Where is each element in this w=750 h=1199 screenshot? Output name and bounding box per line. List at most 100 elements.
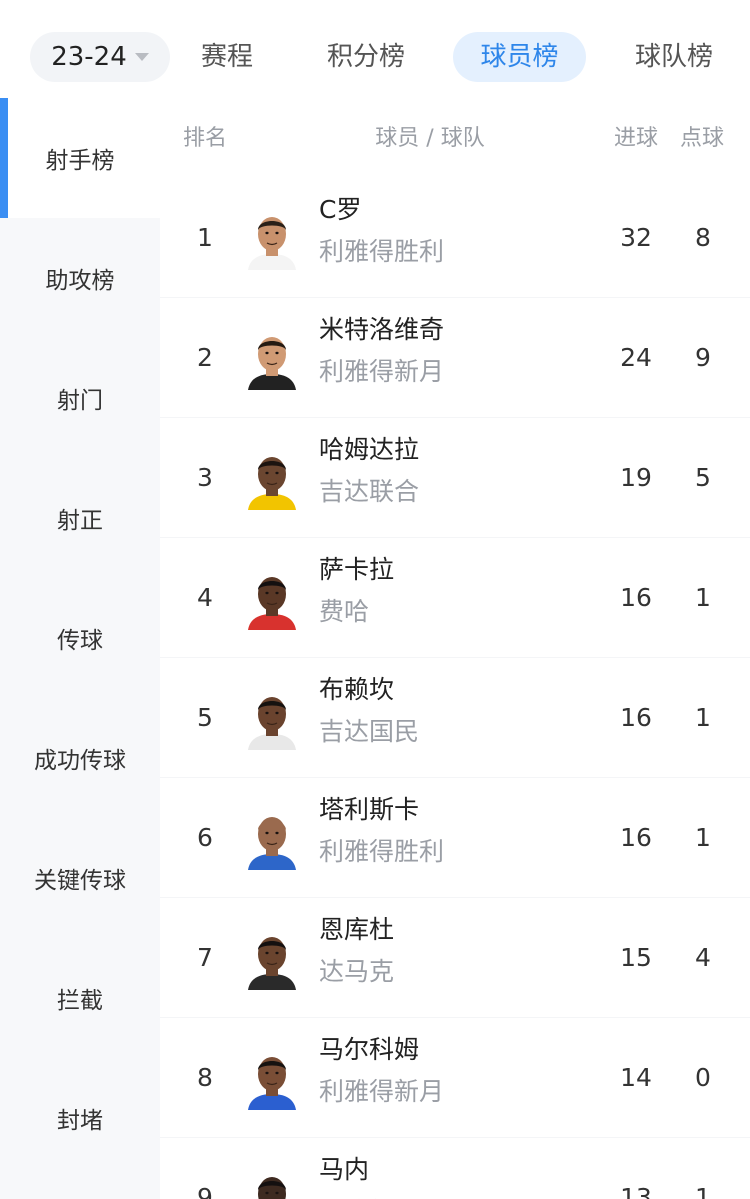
penalties-cell: 1 — [695, 703, 711, 732]
sidebar-item-label: 封堵 — [57, 1108, 103, 1134]
sidebar-item-key-passes[interactable]: 关键传球 — [0, 818, 160, 938]
penalties-cell: 5 — [695, 463, 711, 492]
penalties-cell: 1 — [695, 583, 711, 612]
team-name[interactable]: 吉达国民 — [319, 712, 419, 748]
header-rank: 排名 — [182, 126, 227, 151]
player-name[interactable]: 萨卡拉 — [319, 550, 394, 586]
table-row[interactable]: 2 米特洛维奇利雅得新月 24 9 — [160, 298, 750, 418]
table-row[interactable]: 7 恩库杜达马克 15 4 — [160, 898, 750, 1018]
rank-cell: 9 — [197, 1183, 213, 1199]
penalties-cell: 8 — [695, 223, 711, 252]
player-name[interactable]: 恩库杜 — [319, 910, 394, 946]
team-name[interactable]: 费哈 — [319, 592, 369, 628]
chevron-down-icon — [134, 53, 149, 61]
goals-cell: 32 — [620, 223, 652, 252]
player-avatar — [246, 452, 298, 510]
goals-cell: 16 — [620, 583, 652, 612]
team-name[interactable]: 利雅得新月 — [319, 352, 444, 388]
sidebar-item-shots[interactable]: 射门 — [0, 338, 160, 458]
sidebar-item-shots-on-target[interactable]: 射正 — [0, 458, 160, 578]
goals-cell: 15 — [620, 943, 652, 972]
tab-team-rankings[interactable]: 球队榜 — [630, 32, 718, 82]
tab-schedule-label: 赛程 — [200, 42, 253, 72]
scorers-table: 排名 球员 / 球队 进球 点球 1 C罗 利雅得胜利 32 8 2 米特洛维奇 利雅得新月 2… — [160, 98, 750, 1199]
tab-player-rankings-label: 球员榜 — [480, 42, 559, 72]
rank-cell: 8 — [197, 1063, 213, 1092]
sidebar-item-successful-passes[interactable]: 成功传球 — [0, 698, 160, 818]
player-avatar — [246, 1172, 298, 1199]
player-name[interactable]: 米特洛维奇 — [319, 310, 444, 346]
app-root: 23-24 赛程 积分榜 球员榜 球队榜 射手榜 助攻榜 射门 射正 传球 成功… — [0, 0, 750, 1199]
tab-standings-label: 积分榜 — [326, 42, 405, 72]
team-name[interactable]: 吉达联合 — [319, 472, 419, 508]
table-row[interactable]: 8 马尔科姆利雅得新月 14 0 — [160, 1018, 750, 1138]
header-penalties: 点球 — [679, 126, 724, 151]
player-name[interactable]: 哈姆达拉 — [319, 430, 419, 466]
penalties-cell: 1 — [695, 823, 711, 852]
tab-schedule[interactable]: 赛程 — [196, 32, 258, 82]
tab-team-rankings-label: 球队榜 — [634, 42, 713, 72]
sidebar-item-interceptions[interactable]: 拦截 — [0, 938, 160, 1058]
sidebar-item-label: 拦截 — [57, 988, 103, 1014]
sidebar-item-label: 传球 — [57, 628, 103, 654]
sidebar-item-label: 射正 — [57, 508, 103, 534]
sidebar-item-passes[interactable]: 传球 — [0, 578, 160, 698]
sidebar-item-label: 射手榜 — [45, 148, 115, 174]
sidebar-item-label: 关键传球 — [34, 868, 126, 894]
team-name[interactable]: 利雅得胜利 — [319, 232, 444, 268]
header-goals: 进球 — [613, 126, 658, 151]
player-avatar — [246, 812, 298, 870]
player-name[interactable]: C罗 — [319, 190, 361, 226]
rank-cell: 2 — [197, 343, 213, 372]
team-name[interactable]: 利雅得胜利 — [319, 1192, 444, 1199]
goals-cell: 24 — [620, 343, 652, 372]
team-name[interactable]: 达马克 — [319, 952, 394, 988]
goals-cell: 19 — [620, 463, 652, 492]
player-name[interactable]: 塔利斯卡 — [319, 790, 419, 826]
rank-cell: 3 — [197, 463, 213, 492]
goals-cell: 14 — [620, 1063, 652, 1092]
rank-cell: 5 — [197, 703, 213, 732]
player-name[interactable]: 布赖坎 — [319, 670, 394, 706]
sidebar-item-blocks[interactable]: 封堵 — [0, 1058, 160, 1178]
player-avatar — [246, 572, 298, 630]
goals-cell: 16 — [620, 703, 652, 732]
rank-cell: 1 — [197, 223, 213, 252]
rank-cell: 6 — [197, 823, 213, 852]
top-nav-bar: 23-24 赛程 积分榜 球员榜 球队榜 — [0, 0, 750, 98]
table-row[interactable]: 9 马内利雅得胜利 13 1 — [160, 1138, 750, 1199]
rank-cell: 7 — [197, 943, 213, 972]
player-name[interactable]: 马尔科姆 — [319, 1030, 419, 1066]
player-avatar — [246, 692, 298, 750]
table-row[interactable]: 3 哈姆达拉吉达联合 19 5 — [160, 418, 750, 538]
table-row[interactable]: 6 塔利斯卡利雅得胜利 16 1 — [160, 778, 750, 898]
sidebar-item-assists[interactable]: 助攻榜 — [0, 218, 160, 338]
player-avatar — [246, 932, 298, 990]
sidebar-item-label: 射门 — [57, 388, 103, 414]
sidebar-item-label: 助攻榜 — [45, 268, 115, 294]
penalties-cell: 1 — [695, 1183, 711, 1199]
sidebar-item-top-scorers[interactable]: 射手榜 — [0, 98, 160, 218]
player-avatar — [246, 212, 298, 270]
player-name[interactable]: 马内 — [319, 1150, 369, 1186]
season-selector[interactable]: 23-24 — [30, 32, 170, 82]
table-header: 排名 球员 / 球队 进球 点球 — [160, 98, 750, 178]
goals-cell: 16 — [620, 823, 652, 852]
penalties-cell: 0 — [695, 1063, 711, 1092]
player-avatar — [246, 1052, 298, 1110]
sidebar-item-label: 成功传球 — [34, 748, 126, 774]
tab-standings[interactable]: 积分榜 — [322, 32, 410, 82]
team-name[interactable]: 利雅得新月 — [319, 1072, 444, 1108]
goals-cell: 13 — [620, 1183, 652, 1199]
player-avatar — [246, 332, 298, 390]
penalties-cell: 9 — [695, 343, 711, 372]
rank-cell: 4 — [197, 583, 213, 612]
table-row[interactable]: 5 布赖坎吉达国民 16 1 — [160, 658, 750, 778]
team-name[interactable]: 利雅得胜利 — [319, 832, 444, 868]
table-row[interactable]: 1 C罗利雅得胜利 32 8 — [160, 178, 750, 298]
penalties-cell: 4 — [695, 943, 711, 972]
table-row[interactable]: 4 萨卡拉费哈 16 1 — [160, 538, 750, 658]
stat-category-sidebar: 射手榜 助攻榜 射门 射正 传球 成功传球 关键传球 拦截 封堵 — [0, 98, 160, 1199]
season-label: 23-24 — [51, 42, 127, 72]
tab-player-rankings[interactable]: 球员榜 — [453, 32, 586, 82]
